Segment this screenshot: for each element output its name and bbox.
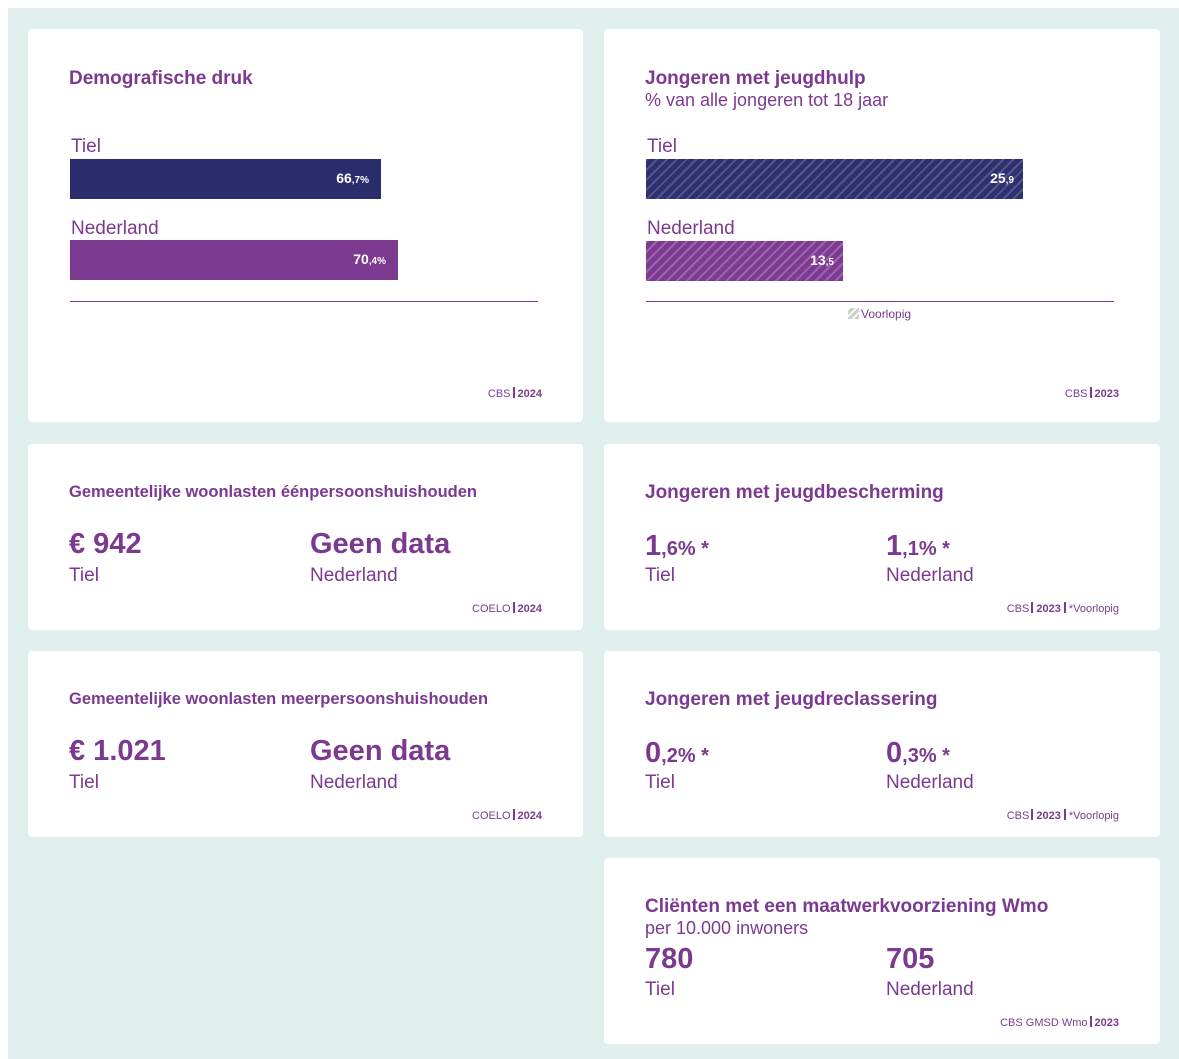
card-title: Demografische druk <box>69 68 253 89</box>
bar-label-tiel: Tiel <box>647 136 677 157</box>
bar-tiel[interactable]: 25,9 <box>646 159 1023 199</box>
bar-label-tiel: Tiel <box>71 136 101 157</box>
place-tiel: Tiel <box>69 565 99 586</box>
place-nederland: Nederland <box>310 772 398 793</box>
place-nederland: Nederland <box>886 979 974 1000</box>
card-title: Jongeren met jeugdhulp <box>645 68 866 89</box>
baseline <box>646 301 1114 302</box>
card-woonlasten-meerpersoons: Gemeentelijke woonlasten meerpersoonshui… <box>28 651 583 837</box>
place-tiel: Tiel <box>69 772 99 793</box>
place-tiel: Tiel <box>645 979 675 1000</box>
card-title: Gemeentelijke woonlasten éénpersoonshuis… <box>69 483 478 501</box>
card-jeugdreclassering: Jongeren met jeugdreclassering 0,2% * Ti… <box>604 651 1160 837</box>
value-nederland: 0,3% * <box>886 737 950 769</box>
bar-value-nederland: 70,4% <box>353 251 386 267</box>
value-tiel: 1,6% * <box>645 530 709 562</box>
source-label: CBS 2023 *Voorlopig <box>1006 809 1119 822</box>
place-tiel: Tiel <box>645 772 675 793</box>
bar-value-nederland: 13,5 <box>810 252 834 268</box>
bar-value-tiel: 25,9 <box>990 170 1014 186</box>
source-label: COELO 2024 <box>472 809 542 822</box>
place-tiel: Tiel <box>645 565 675 586</box>
card-woonlasten-eenpersoons: Gemeentelijke woonlasten éénpersoonshuis… <box>28 444 583 630</box>
value-nederland: Geen data <box>310 735 451 767</box>
card-jeugdhulp: Jongeren met jeugdhulp % van alle jonger… <box>604 29 1160 422</box>
bar-tiel[interactable]: 66,7% <box>70 159 381 199</box>
card-subtitle: per 10.000 inwoners <box>645 918 809 938</box>
place-nederland: Nederland <box>886 565 974 586</box>
source-label: CBS GMSD Wmo 2023 <box>1000 1016 1119 1029</box>
baseline <box>70 301 538 302</box>
bar-label-nederland: Nederland <box>647 218 735 239</box>
value-nederland: 1,1% * <box>886 530 950 562</box>
value-tiel: 780 <box>645 943 694 975</box>
value-tiel: 0,2% * <box>645 737 709 769</box>
card-jeugdbescherming: Jongeren met jeugdbescherming 1,6% * Tie… <box>604 444 1160 630</box>
card-subtitle: % van alle jongeren tot 18 jaar <box>645 90 889 110</box>
place-nederland: Nederland <box>310 565 398 586</box>
source-label: CBS 2023 <box>1064 387 1119 400</box>
source-label: CBS 2024 <box>487 387 542 400</box>
place-nederland: Nederland <box>886 772 974 793</box>
card-title: Jongeren met jeugdreclassering <box>645 689 938 710</box>
value-nederland: 705 <box>886 943 935 975</box>
bar-label-nederland: Nederland <box>71 218 159 239</box>
dashboard-background: Demografische druk Tiel 66,7% Nederland … <box>8 8 1179 1059</box>
value-tiel: € 1.021 <box>69 735 166 767</box>
bar-nederland[interactable]: 70,4% <box>70 240 398 280</box>
value-nederland: Geen data <box>310 528 451 560</box>
card-wmo: Cliënten met een maatwerkvoorziening Wmo… <box>604 858 1160 1044</box>
card-title: Jongeren met jeugdbescherming <box>645 482 944 503</box>
source-label: COELO 2024 <box>472 602 542 615</box>
bar-value-tiel: 66,7% <box>336 170 369 186</box>
card-title: Gemeentelijke woonlasten meerpersoonshui… <box>69 690 489 708</box>
legend-voorlopig: Voorlopig <box>848 307 911 321</box>
card-title: Cliënten met een maatwerkvoorziening Wmo <box>645 896 1049 917</box>
source-label: CBS 2023 *Voorlopig <box>1006 602 1119 615</box>
bar-nederland[interactable]: 13,5 <box>646 241 843 281</box>
hatch-swatch-icon <box>848 308 859 319</box>
value-tiel: € 942 <box>69 528 142 560</box>
card-demografische-druk: Demografische druk Tiel 66,7% Nederland … <box>28 29 583 422</box>
